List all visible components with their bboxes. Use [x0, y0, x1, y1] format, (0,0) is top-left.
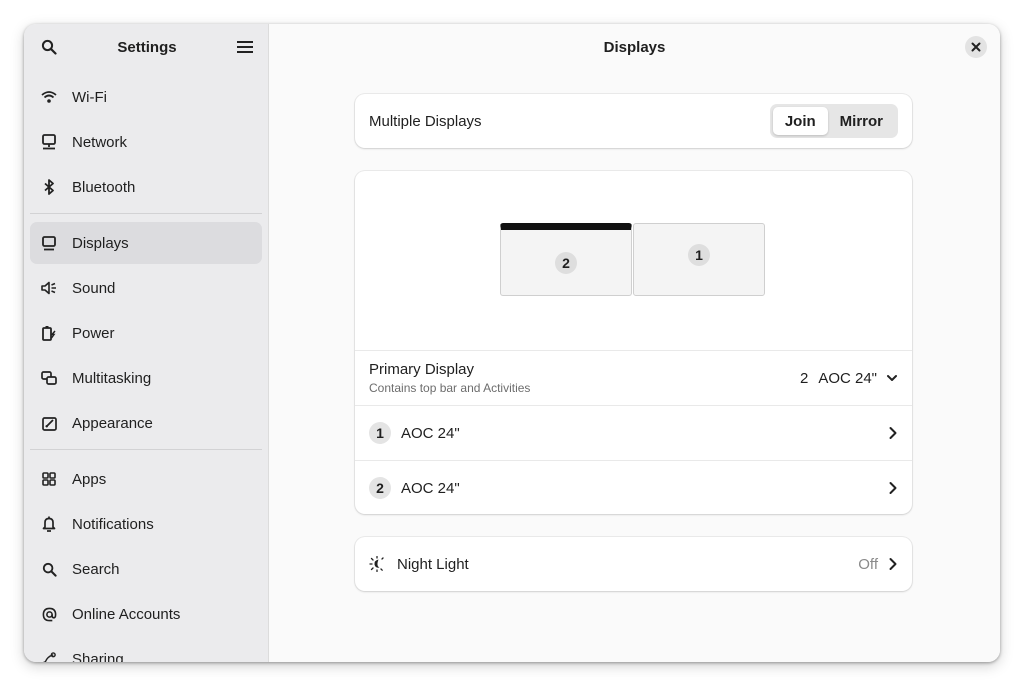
primary-display-number: 2 [799, 369, 809, 387]
search-button[interactable] [36, 34, 62, 60]
sidebar-item-appearance[interactable]: Appearance [30, 402, 262, 444]
sidebar-item-label: Online Accounts [72, 605, 181, 623]
display-name: AOC 24" [401, 479, 460, 497]
sidebar-item-label: Displays [72, 234, 129, 252]
main-panel: Displays Multiple Displays Join Mirror 2 [269, 24, 1000, 662]
sidebar-item-label: Sound [72, 279, 116, 297]
sidebar-item-bluetooth[interactable]: Bluetooth [30, 166, 262, 208]
sidebar-title: Settings [117, 38, 177, 56]
display-row[interactable]: 1 AOC 24" [355, 406, 912, 460]
night-light-icon [369, 556, 384, 572]
main-header: Displays [269, 24, 1000, 70]
monitor-number: 1 [688, 243, 710, 266]
mirror-button[interactable]: Mirror [828, 107, 895, 135]
display-mode-toggle: Join Mirror [769, 104, 898, 138]
power-icon [40, 324, 58, 342]
sidebar-item-multitasking[interactable]: Multitasking [30, 357, 262, 399]
display-number-badge: 1 [369, 422, 391, 444]
chevron-right-icon [889, 558, 897, 570]
night-light-right: Off [858, 556, 898, 573]
display-row-left: 2 AOC 24" [369, 477, 460, 499]
multitasking-icon [40, 369, 58, 387]
monitor-1[interactable]: 1 [633, 223, 765, 296]
wifi-icon [40, 88, 58, 106]
display-icon [40, 234, 58, 252]
settings-window: Settings Wi-Fi Network Bluetooth Display… [24, 24, 1000, 662]
multiple-displays-card: Multiple Displays Join Mirror [355, 94, 912, 148]
display-row[interactable]: 2 AOC 24" [355, 461, 912, 515]
sidebar-item-label: Bluetooth [72, 178, 136, 196]
bell-icon [40, 515, 58, 533]
close-button[interactable] [965, 36, 987, 58]
sidebar-separator [30, 213, 262, 214]
sidebar-item-displays[interactable]: Displays [30, 222, 262, 264]
sidebar-item-network[interactable]: Network [30, 121, 262, 163]
display-name: AOC 24" [401, 424, 460, 442]
at-icon [40, 605, 58, 623]
main-menu-button[interactable] [232, 34, 258, 60]
page-title: Displays [603, 38, 666, 56]
chevron-right-icon [889, 482, 897, 494]
sidebar-item-sound[interactable]: Sound [30, 267, 262, 309]
sidebar-list: Wi-Fi Network Bluetooth Displays Sound P… [24, 70, 268, 662]
speaker-icon [40, 279, 58, 297]
primary-display-dropdown[interactable]: 2 AOC 24" [800, 370, 898, 387]
night-light-left: Night Light [369, 556, 469, 573]
sidebar-item-label: Apps [72, 470, 107, 488]
network-icon [40, 133, 58, 151]
primary-display-subtitle: Contains top bar and Activities [369, 381, 531, 395]
sidebar-separator [30, 449, 262, 450]
sidebar-item-apps[interactable]: Apps [30, 458, 262, 500]
sidebar-header: Settings [24, 24, 268, 70]
sidebar-item-label: Wi-Fi [72, 88, 107, 106]
night-light-status: Off [858, 555, 878, 573]
sidebar: Settings Wi-Fi Network Bluetooth Display… [24, 24, 269, 662]
hamburger-icon [237, 41, 253, 53]
sidebar-item-power[interactable]: Power [30, 312, 262, 354]
chevron-down-icon [887, 375, 897, 381]
bluetooth-icon [40, 178, 58, 196]
sidebar-item-search[interactable]: Search [30, 548, 262, 590]
sidebar-item-label: Multitasking [72, 369, 152, 387]
night-light-card: Night Light Off [355, 537, 912, 591]
share-icon [40, 650, 58, 662]
monitor-2[interactable]: 2 [500, 223, 632, 296]
sidebar-item-label: Network [72, 133, 128, 151]
display-number-badge: 2 [369, 477, 391, 499]
apps-icon [40, 470, 58, 488]
search-icon [40, 560, 58, 578]
join-button[interactable]: Join [772, 107, 828, 135]
primary-display-label: Primary Display [369, 361, 475, 378]
primary-display-row[interactable]: Primary Display Contains top bar and Act… [355, 351, 912, 405]
night-light-label: Night Light [397, 555, 469, 573]
sidebar-item-label: Power [72, 324, 115, 342]
sidebar-item-wifi[interactable]: Wi-Fi [30, 76, 262, 118]
display-arrangement-card: 2 1 Primary Display Contains top bar and… [355, 171, 912, 514]
primary-display-value: AOC 24" [818, 369, 877, 387]
multiple-displays-row: Multiple Displays Join Mirror [355, 94, 912, 148]
sidebar-item-label: Appearance [72, 414, 153, 432]
search-icon [41, 39, 57, 55]
sidebar-item-online-accounts[interactable]: Online Accounts [30, 593, 262, 635]
sidebar-item-label: Sharing [72, 650, 124, 663]
night-light-row[interactable]: Night Light Off [355, 537, 912, 591]
primary-display-text: Primary Display Contains top bar and Act… [369, 361, 530, 395]
close-icon [971, 42, 981, 52]
sidebar-item-label: Search [72, 560, 120, 578]
arrangement-area: 2 1 [355, 171, 912, 350]
monitor-number: 2 [555, 251, 577, 274]
sidebar-item-label: Notifications [72, 515, 154, 533]
display-row-left: 1 AOC 24" [369, 422, 460, 444]
appearance-icon [40, 414, 58, 432]
sidebar-item-notifications[interactable]: Notifications [30, 503, 262, 545]
chevron-right-icon [889, 427, 897, 439]
sidebar-item-sharing[interactable]: Sharing [30, 638, 262, 662]
multiple-displays-label: Multiple Displays [369, 112, 482, 130]
